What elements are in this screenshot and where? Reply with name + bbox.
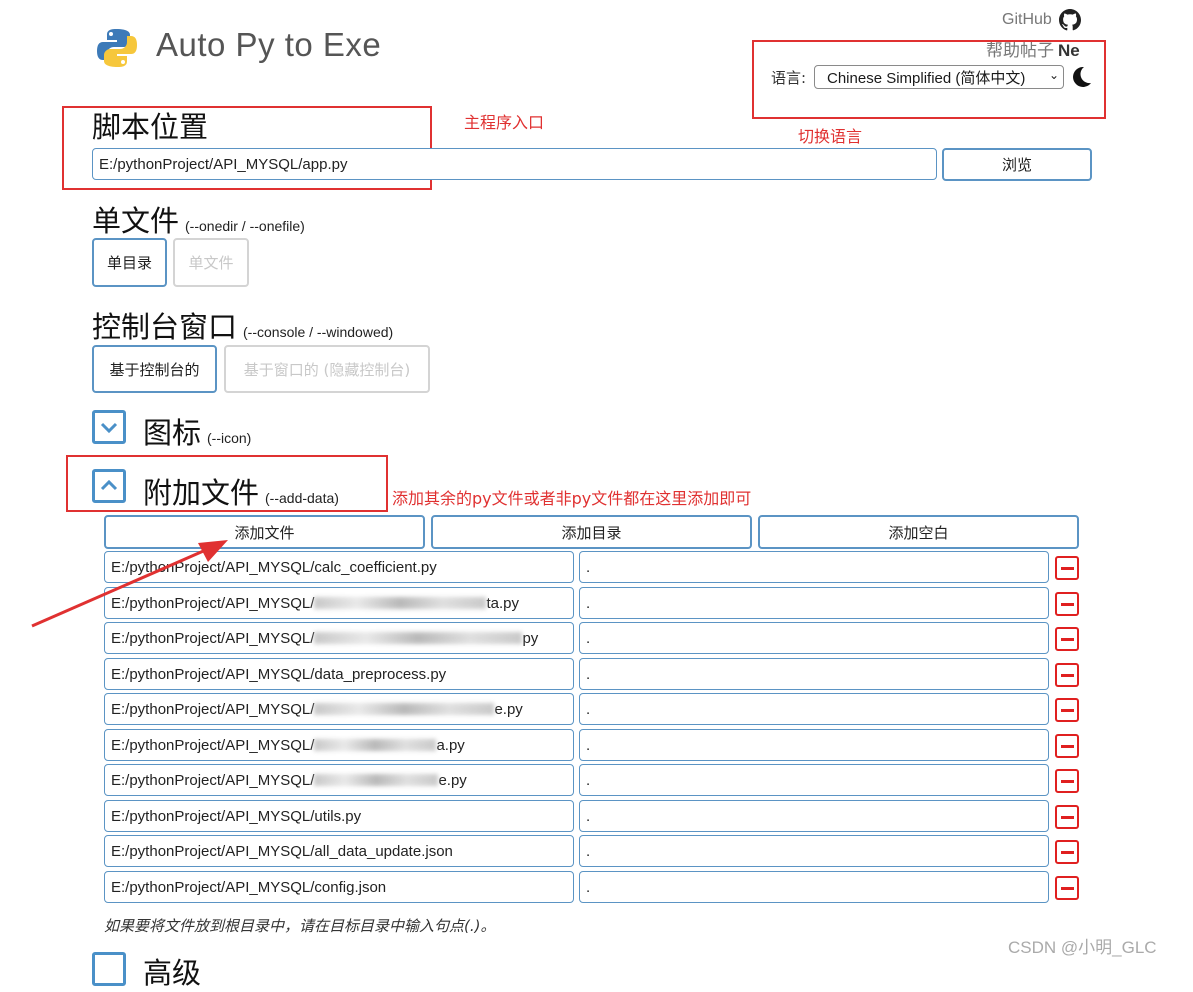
add-folder-button[interactable]: 添加目录 — [431, 515, 752, 549]
window-based-button[interactable]: 基于窗口的 (隐藏控制台) — [224, 345, 430, 393]
remove-row-icon[interactable] — [1055, 698, 1079, 722]
onefile-button[interactable]: 单文件 — [173, 238, 249, 287]
data-dest-input[interactable]: . — [579, 835, 1049, 867]
data-source-prefix: E:/pythonProject/API_MYSQL/ — [111, 629, 315, 647]
chevron-down-icon — [100, 422, 118, 434]
github-icon — [1058, 9, 1081, 31]
remove-row-icon[interactable] — [1055, 840, 1079, 864]
data-source-input[interactable]: E:/pythonProject/API_MYSQL/e.py — [104, 764, 574, 796]
data-source-prefix: E:/pythonProject/API_MYSQL/ — [111, 771, 315, 789]
icon-heading-row: 图标 (--icon) — [143, 410, 251, 452]
data-source-prefix: E:/pythonProject/API_MYSQL/ — [111, 700, 315, 718]
console-flag: (--console / --windowed) — [243, 324, 394, 340]
remove-row-icon[interactable] — [1055, 556, 1079, 580]
script-path-input[interactable]: E:/pythonProject/API_MYSQL/app.py — [92, 148, 937, 180]
annotation-arrow-icon — [31, 540, 228, 628]
add-data-heading-row: 附加文件 (--add-data) — [143, 470, 339, 512]
data-source-suffix: e.py — [494, 700, 523, 718]
redacted-filename — [314, 632, 523, 644]
add-data-flag: (--add-data) — [265, 490, 339, 506]
console-heading: 控制台窗口 — [92, 310, 238, 344]
data-dest-input[interactable]: . — [579, 764, 1049, 796]
data-source-suffix: ta.py — [486, 594, 519, 612]
data-dest-input[interactable]: . — [579, 587, 1049, 619]
remove-row-icon[interactable] — [1055, 805, 1079, 829]
icon-flag: (--icon) — [207, 430, 252, 446]
annotation-switch-language: 切换语言 — [798, 127, 863, 146]
data-source-suffix: a.py — [436, 736, 465, 754]
data-source-suffix: py — [522, 629, 539, 647]
github-label: GitHub — [1002, 11, 1052, 28]
data-source-input[interactable]: E:/pythonProject/API_MYSQL/all_data_upda… — [104, 835, 574, 867]
icon-heading: 图标 — [143, 416, 202, 450]
add-data-section-toggle[interactable] — [92, 469, 126, 503]
data-dest-input[interactable]: . — [579, 622, 1049, 654]
data-source-prefix: E:/pythonProject/API_MYSQL/ — [111, 736, 315, 754]
data-source-input[interactable]: E:/pythonProject/API_MYSQL/config.json — [104, 871, 574, 903]
data-dest-input[interactable]: . — [579, 693, 1049, 725]
remove-row-icon[interactable] — [1055, 592, 1079, 616]
chevron-up-icon — [100, 479, 118, 491]
github-link[interactable]: GitHub — [1002, 8, 1082, 32]
data-source-input[interactable]: E:/pythonProject/API_MYSQL/utils.py — [104, 800, 574, 832]
annotation-add-data-note: 添加其余的py文件或者非py文件都在这里添加即可 — [392, 489, 752, 508]
script-heading: 脚本位置 — [92, 110, 209, 144]
redacted-filename — [314, 774, 439, 786]
remove-row-icon[interactable] — [1055, 627, 1079, 651]
remove-row-icon[interactable] — [1055, 876, 1079, 900]
add-data-heading: 附加文件 — [143, 476, 260, 510]
onefile-heading: 单文件 — [92, 204, 180, 238]
python-logo-icon — [97, 29, 137, 67]
advanced-section-toggle[interactable] — [92, 952, 126, 986]
annotation-main-entry: 主程序入口 — [464, 113, 545, 132]
redacted-filename — [314, 703, 495, 715]
csdn-watermark: CSDN @小明_GLC — [1008, 938, 1157, 957]
redacted-filename — [314, 597, 487, 609]
data-source-input[interactable]: E:/pythonProject/API_MYSQL/a.py — [104, 729, 574, 761]
console-based-button[interactable]: 基于控制台的 — [92, 345, 217, 393]
data-dest-input[interactable]: . — [579, 729, 1049, 761]
data-dest-input[interactable]: . — [579, 658, 1049, 690]
onefile-flag: (--onedir / --onefile) — [185, 218, 305, 234]
browse-button[interactable]: 浏览 — [942, 148, 1092, 181]
remove-row-icon[interactable] — [1055, 769, 1079, 793]
data-source-input[interactable]: E:/pythonProject/API_MYSQL/data_preproce… — [104, 658, 574, 690]
data-source-suffix: e.py — [438, 771, 467, 789]
remove-row-icon[interactable] — [1055, 734, 1079, 758]
remove-row-icon[interactable] — [1055, 663, 1079, 687]
data-dest-input[interactable]: . — [579, 871, 1049, 903]
advanced-heading: 高级 — [143, 956, 202, 990]
data-dest-input[interactable]: . — [579, 551, 1049, 583]
data-dest-input[interactable]: . — [579, 800, 1049, 832]
onedir-button[interactable]: 单目录 — [92, 238, 167, 287]
app-title: Auto Py to Exe — [156, 26, 382, 63]
console-heading-row: 控制台窗口 (--console / --windowed) — [92, 304, 393, 346]
icon-section-toggle[interactable] — [92, 410, 126, 444]
data-source-input[interactable]: E:/pythonProject/API_MYSQL/e.py — [104, 693, 574, 725]
annotation-box-language — [752, 40, 1106, 119]
redacted-filename — [314, 739, 437, 751]
add-blank-button[interactable]: 添加空白 — [758, 515, 1079, 549]
onefile-heading-row: 单文件 (--onedir / --onefile) — [92, 198, 305, 240]
root-directory-hint: 如果要将文件放到根目录中，请在目标目录中输入句点(.)。 — [104, 917, 496, 935]
